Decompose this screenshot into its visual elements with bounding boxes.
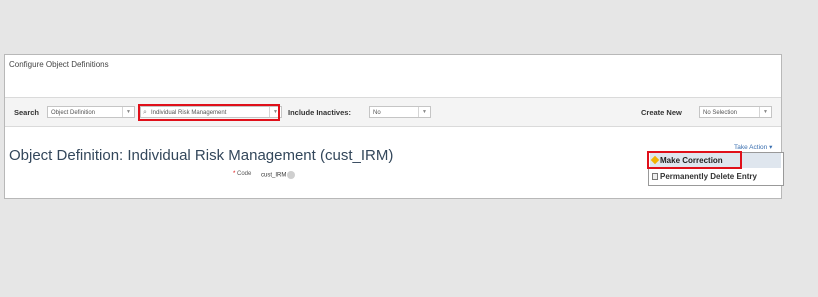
page-title: Object Definition: Individual Risk Manag… [9, 147, 394, 164]
menu-item-label: Permanently Delete Entry [660, 172, 757, 181]
create-new-select[interactable]: No Selection ▼ [699, 106, 772, 118]
configure-object-panel: Configure Object Definitions Search Obje… [4, 54, 784, 199]
include-inactives-value: No [373, 110, 381, 116]
include-inactives-select[interactable]: No ▼ [369, 106, 431, 118]
search-label: Search [14, 108, 40, 117]
include-inactives-label: Include Inactives: [288, 108, 351, 117]
create-new-value: No Selection [703, 110, 738, 116]
search-bar: Search Object Definition ▼ ⌕ Individual … [5, 97, 781, 127]
chevron-down-icon[interactable]: ▼ [759, 107, 771, 117]
take-action-label: Take Action [734, 144, 768, 151]
code-field-label: * Code [233, 171, 251, 177]
code-label-text: Code [237, 171, 252, 177]
search-highlight [138, 104, 280, 121]
menu-item-permanently-delete[interactable]: Permanently Delete Entry [650, 169, 781, 184]
code-field-value: cust_IRM [261, 171, 296, 179]
make-correction-highlight [647, 151, 742, 169]
help-icon[interactable] [287, 171, 296, 179]
take-action-link[interactable]: Take Action ▾ [734, 143, 772, 151]
code-value-text: cust_IRM [261, 172, 287, 179]
object-type-select[interactable]: Object Definition ▼ [47, 106, 135, 118]
panel-title: Configure Object Definitions [9, 60, 109, 69]
object-type-value: Object Definition [51, 110, 96, 116]
caret-down-icon: ▾ [769, 144, 773, 151]
required-marker: * [233, 171, 236, 177]
create-new-label: Create New [641, 108, 682, 117]
chevron-down-icon[interactable]: ▼ [418, 107, 430, 117]
chevron-down-icon[interactable]: ▼ [122, 107, 134, 117]
trash-icon [652, 173, 658, 180]
